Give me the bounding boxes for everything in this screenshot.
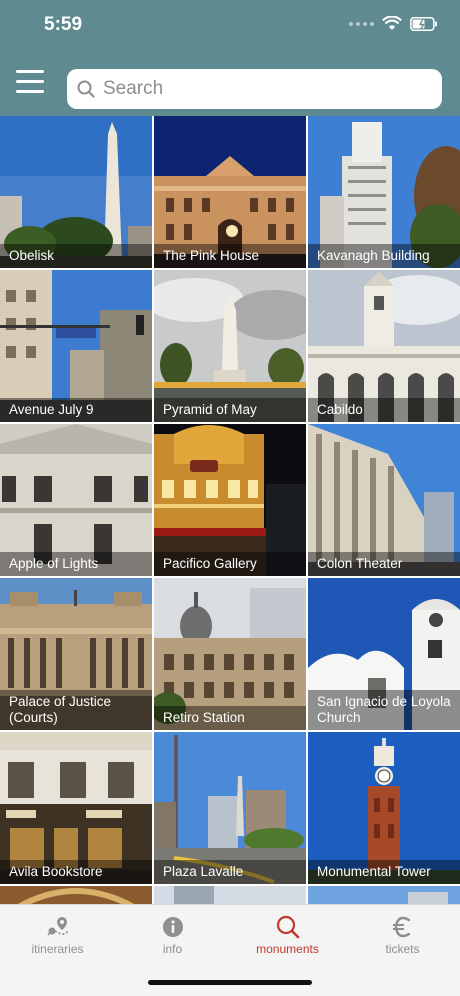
monument-tile-partial[interactable] <box>0 886 152 904</box>
monument-name: Kavanagh Building <box>308 244 460 268</box>
search-icon <box>77 80 95 98</box>
monument-name: Cabildo <box>308 398 460 422</box>
battery-icon <box>410 16 437 31</box>
monument-tile-obelisk[interactable]: Obelisk <box>0 116 152 268</box>
monument-tile-pacifico-gallery[interactable]: Pacifico Gallery <box>154 424 306 576</box>
monument-photo <box>154 886 306 904</box>
menu-line <box>16 80 44 83</box>
app-header <box>0 50 460 116</box>
tab-label: monuments <box>256 942 319 956</box>
monument-tile-apple-of-lights[interactable]: Apple of Lights <box>0 424 152 576</box>
monument-photo <box>308 886 460 904</box>
monument-tile-avila-bookstore[interactable]: Avila Bookstore <box>0 732 152 884</box>
tab-label: info <box>162 942 183 956</box>
monument-tile-avenue-july-9[interactable]: Avenue July 9 <box>0 270 152 422</box>
monument-name: Monumental Tower <box>308 860 460 884</box>
monument-tile-partial[interactable] <box>308 886 460 904</box>
monument-name: Pacifico Gallery <box>154 552 306 576</box>
euro-icon <box>392 916 410 938</box>
search-icon <box>276 915 299 939</box>
map-pin-icon <box>46 917 69 936</box>
search-input[interactable] <box>103 78 423 100</box>
monument-name: Retiro Station <box>154 706 306 730</box>
monument-tile-plaza-lavalle[interactable]: Plaza Lavalle <box>154 732 306 884</box>
signal-icon <box>349 21 374 26</box>
monument-name: Obelisk <box>0 244 152 268</box>
monument-name: San Ignacio de Loyola Church <box>308 690 460 730</box>
monument-tile-san-ignacio[interactable]: San Ignacio de Loyola Church <box>308 578 460 730</box>
menu-line <box>16 90 44 93</box>
info-icon <box>162 917 183 937</box>
status-bar: 5:59 <box>0 0 460 50</box>
monument-grid[interactable]: Obelisk The Pink House Kavanagh Building <box>0 116 460 904</box>
hamburger-menu-button[interactable] <box>16 70 44 94</box>
tab-itineraries[interactable]: itineraries <box>0 915 115 956</box>
monument-name: Avenue July 9 <box>0 398 152 422</box>
monument-name: Apple of Lights <box>0 552 152 576</box>
monument-tile-monumental-tower[interactable]: Monumental Tower <box>308 732 460 884</box>
monument-name: Palace of Justice (Courts) <box>0 690 152 730</box>
monument-photo <box>0 886 152 904</box>
tab-monuments[interactable]: monuments <box>230 915 345 956</box>
monument-name: Pyramid of May <box>154 398 306 422</box>
tab-tickets[interactable]: tickets <box>345 915 460 956</box>
menu-line <box>16 70 44 73</box>
monument-name: The Pink House <box>154 244 306 268</box>
search-bar[interactable] <box>67 69 442 109</box>
home-indicator <box>148 980 312 985</box>
monument-name: Avila Bookstore <box>0 860 152 884</box>
monument-tile-retiro-station[interactable]: Retiro Station <box>154 578 306 730</box>
tab-info[interactable]: info <box>115 915 230 956</box>
tab-label: itineraries <box>31 942 84 956</box>
monument-tile-partial[interactable] <box>154 886 306 904</box>
monument-tile-cabildo[interactable]: Cabildo <box>308 270 460 422</box>
monument-tile-palace-of-justice[interactable]: Palace of Justice (Courts) <box>0 578 152 730</box>
monument-name: Colon Theater <box>308 552 460 576</box>
monument-tile-pink-house[interactable]: The Pink House <box>154 116 306 268</box>
tab-label: tickets <box>385 942 420 956</box>
monument-tile-pyramid-of-may[interactable]: Pyramid of May <box>154 270 306 422</box>
monument-tile-colon-theater[interactable]: Colon Theater <box>308 424 460 576</box>
wifi-icon <box>382 16 402 30</box>
monument-tile-kavanagh[interactable]: Kavanagh Building <box>308 116 460 268</box>
status-icons <box>349 16 438 31</box>
monument-name: Plaza Lavalle <box>154 860 306 884</box>
status-time: 5:59 <box>44 14 83 35</box>
